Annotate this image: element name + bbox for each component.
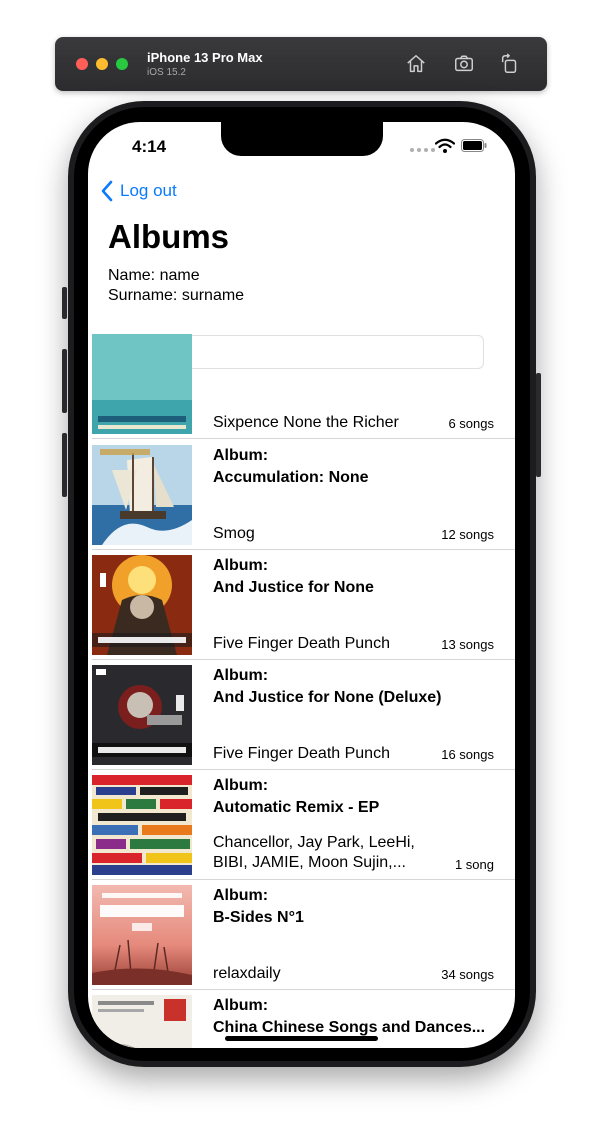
device-name: iPhone 13 Pro Max <box>147 50 263 65</box>
album-artwork <box>92 775 192 875</box>
log-out-button[interactable]: Log out <box>100 180 177 202</box>
song-count: 12 songs <box>441 527 494 542</box>
user-info: Name: name Surname: surname <box>108 266 244 306</box>
song-count: 6 songs <box>448 416 494 431</box>
close-window-button[interactable] <box>76 58 88 70</box>
album-artist: Five Finger Death Punch <box>213 745 390 762</box>
album-label: Album: <box>213 777 269 794</box>
album-artwork <box>92 334 192 434</box>
phone-screen: 4:14 Log out Albums Name: name Surname: … <box>88 122 515 1048</box>
song-count: 1 song <box>454 857 494 872</box>
home-icon <box>407 55 425 73</box>
album-artwork <box>92 665 192 765</box>
chevron-left-icon <box>101 180 113 202</box>
album-label: Album: <box>213 447 269 464</box>
album-artist: Sixpence None the Richer <box>213 414 399 431</box>
album-title: B-Sides N°1 <box>213 909 304 926</box>
minimize-window-button[interactable] <box>96 58 108 70</box>
album-artwork <box>92 555 192 655</box>
album-label: Album: <box>213 667 269 684</box>
log-out-label: Log out <box>120 181 177 200</box>
album-artwork <box>92 995 192 1048</box>
home-button[interactable] <box>403 51 429 77</box>
album-artwork <box>92 445 192 545</box>
album-row[interactable]: Album: And Justice for None Five Finger … <box>88 550 515 660</box>
album-title: Accumulation: None <box>213 469 369 486</box>
simulator-title-bar: iPhone 13 Pro Max iOS 15.2 <box>55 37 547 91</box>
album-row[interactable]: Album: B-Sides N°1 relaxdaily 34 songs <box>88 880 515 990</box>
name-label: Name: name <box>108 267 200 284</box>
volume-up-button <box>62 349 67 413</box>
album-row[interactable]: Album: And Justice for None (Deluxe) Fiv… <box>88 660 515 770</box>
home-indicator[interactable] <box>225 1036 378 1041</box>
status-time: 4:14 <box>132 137 167 156</box>
song-count: 16 songs <box>441 747 494 762</box>
album-label: Album: <box>213 997 269 1014</box>
album-title: Automatic Remix - EP <box>213 799 380 816</box>
album-title: And Justice for None (Deluxe) <box>213 689 442 706</box>
cellular-icon <box>410 148 435 152</box>
screenshot-button[interactable] <box>451 51 477 77</box>
album-label: Album: <box>213 887 269 904</box>
side-button <box>536 373 541 477</box>
battery-icon <box>461 139 487 152</box>
rotate-button[interactable] <box>497 51 523 77</box>
notch <box>221 122 383 156</box>
song-count: 13 songs <box>441 637 494 652</box>
album-row[interactable]: Sixpence None the Richer 6 songs <box>88 329 515 439</box>
album-artwork <box>92 885 192 985</box>
album-artist: Five Finger Death Punch <box>213 635 390 652</box>
zoom-window-button[interactable] <box>116 58 128 70</box>
album-artist: Chancellor, Jay Park, LeeHi, BIBI, JAMIE… <box>213 834 415 871</box>
album-row[interactable]: Album: Accumulation: None Smog 12 songs <box>88 440 515 550</box>
album-artist: Smog <box>213 525 255 542</box>
page-title: Albums <box>108 218 230 255</box>
volume-down-button <box>62 433 67 497</box>
wifi-icon <box>435 138 455 153</box>
album-title: China Chinese Songs and Dances... <box>213 1019 486 1036</box>
surname-label: Surname: surname <box>108 287 245 304</box>
album-title: And Justice for None <box>213 579 374 596</box>
song-count: 34 songs <box>441 967 494 982</box>
mute-switch <box>62 287 67 319</box>
album-row[interactable]: Album: Automatic Remix - EP Chancellor, … <box>88 770 515 880</box>
screenshot-icon <box>455 55 473 72</box>
os-version: iOS 15.2 <box>147 67 186 78</box>
album-artist: relaxdaily <box>213 965 281 982</box>
rotate-icon <box>501 53 517 73</box>
album-label: Album: <box>213 557 269 574</box>
